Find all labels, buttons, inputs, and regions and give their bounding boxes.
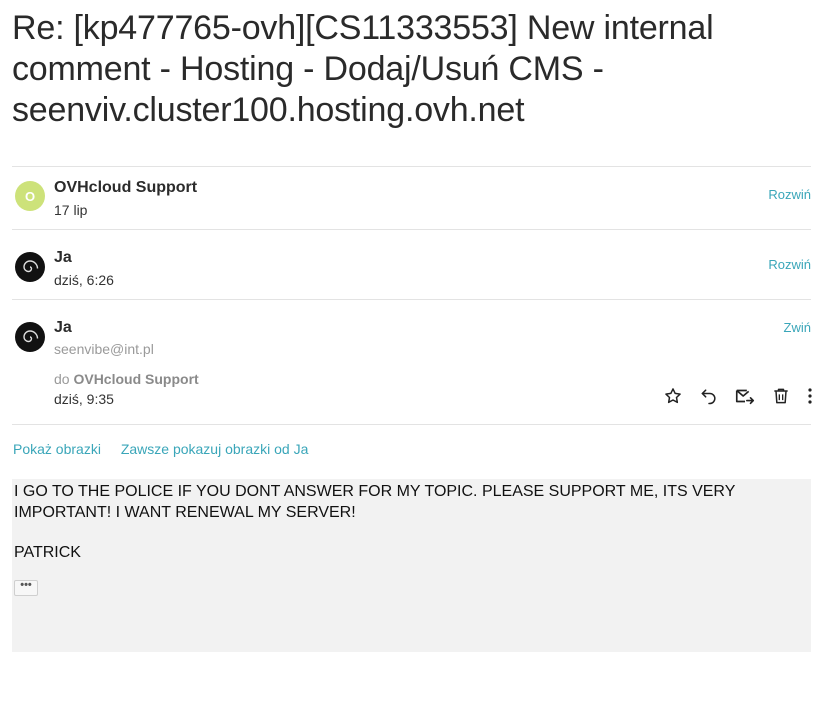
message-date: dziś, 9:35	[54, 391, 114, 407]
message-body: I GO TO THE POLICE IF YOU DONT ANSWER FO…	[12, 479, 811, 652]
message-date: dziś, 6:26	[54, 272, 114, 288]
sender-email: seenvibe@int.pl	[54, 341, 154, 357]
message-collapsed-ovh[interactable]: O OVHcloud Support 17 lip Rozwiń	[12, 167, 811, 229]
expand-link[interactable]: Rozwiń	[768, 187, 811, 202]
recipient-line: do OVHcloud Support	[54, 371, 199, 387]
collapse-link[interactable]: Zwiń	[784, 320, 811, 335]
avatar-letter: O	[24, 188, 36, 204]
message-collapsed-ja[interactable]: Ja dziś, 6:26 Rozwiń	[12, 230, 811, 299]
email-view: Re: [kp477765-ovh][CS11333553] New inter…	[0, 0, 837, 708]
spiral-avatar-icon	[15, 322, 45, 352]
email-subject: Re: [kp477765-ovh][CS11333553] New inter…	[12, 9, 714, 129]
more-icon[interactable]	[805, 384, 815, 408]
star-icon[interactable]	[661, 384, 685, 408]
delete-icon[interactable]	[769, 384, 793, 408]
message-actions	[661, 384, 815, 408]
move-icon[interactable]	[733, 384, 757, 408]
always-show-images-link[interactable]: Zawsze pokazuj obrazki od Ja	[121, 441, 309, 457]
signature: PATRICK	[14, 544, 81, 561]
spiral-avatar-icon	[15, 252, 45, 282]
divider	[12, 424, 811, 425]
show-images-link[interactable]: Pokaż obrazki	[13, 441, 101, 457]
image-links: Pokaż obrazki Zawsze pokazuj obrazki od …	[13, 441, 324, 457]
show-quoted-button[interactable]: •••	[14, 580, 38, 596]
to-prefix: do	[54, 371, 70, 387]
body-text: I GO TO THE POLICE IF YOU DONT ANSWER FO…	[14, 483, 736, 521]
expand-link[interactable]: Rozwiń	[768, 257, 811, 272]
message-expanded-ja: Ja seenvibe@int.pl do OVHcloud Support d…	[12, 300, 812, 424]
sender-name: OVHcloud Support	[54, 179, 198, 196]
recipient-name: OVHcloud Support	[73, 371, 199, 387]
reply-icon[interactable]	[697, 384, 721, 408]
sender-name: Ja	[54, 249, 72, 266]
sender-name: Ja	[54, 319, 72, 336]
avatar: O	[15, 181, 45, 211]
message-date: 17 lip	[54, 202, 88, 218]
